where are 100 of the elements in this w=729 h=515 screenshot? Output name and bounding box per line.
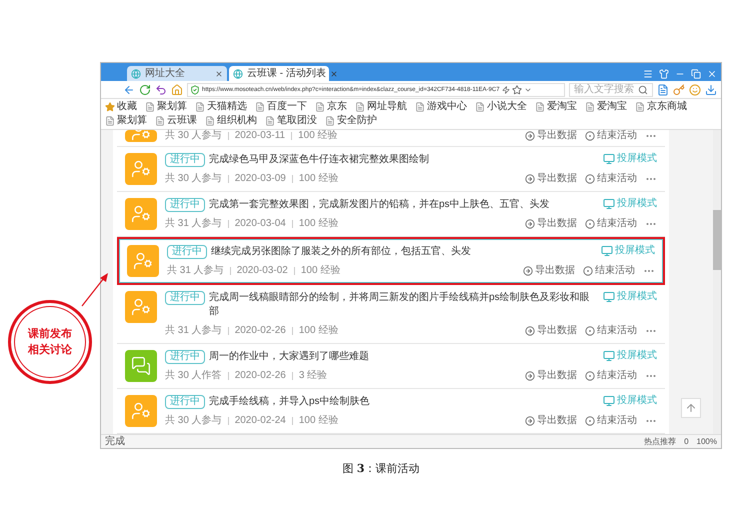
reload-icon[interactable] [139, 84, 151, 96]
close-icon[interactable] [215, 70, 223, 78]
bookmark-item[interactable]: 聚划算 [105, 115, 147, 127]
page-icon [415, 102, 425, 112]
bookmark-item[interactable]: 安全防护 [325, 115, 377, 127]
activity-meta: 100 经验 [298, 218, 338, 230]
activity-row[interactable]: 进行中 周一的作业中，大家遇到了哪些难题 投屏模式 共 30 人作答 2020-02-26 3 经验 导出数据 结束活动 [117, 344, 665, 389]
activity-title[interactable]: 完成绿色马甲及深蓝色牛仔连衣裙完整效果图绘制 [209, 153, 599, 167]
close-icon[interactable] [707, 69, 717, 79]
export-data-button[interactable]: 导出数据 [525, 325, 577, 337]
status-badge: 进行中 [165, 395, 205, 409]
status-badge: 进行中 [165, 350, 205, 364]
export-data-button[interactable]: 导出数据 [525, 415, 577, 427]
arrow-up-icon [685, 402, 697, 414]
scrollbar[interactable] [713, 130, 721, 434]
activity-meta: 100 经验 [298, 325, 338, 337]
activity-row[interactable]: 共 30 人参与 2020-03-11 100 经验 导出数据 结束活动 [117, 130, 665, 147]
export-data-button[interactable]: 导出数据 [525, 130, 577, 142]
activity-title[interactable]: 完成周一线稿眼睛部分的绘制，并将周三新发的图片手绘线稿并ps绘制肤色及彩妆和眼部 [209, 291, 599, 319]
status-item[interactable]: 0 [684, 436, 689, 448]
monitor-icon [603, 153, 615, 165]
activity-title[interactable]: 完成手绘线稿，并导入ps中绘制肤色 [209, 395, 599, 409]
bookmark-item[interactable]: 京东 [315, 101, 347, 113]
page-icon [325, 116, 335, 126]
activity-meta: 共 30 人作答 [165, 370, 222, 382]
end-activity-button[interactable]: 结束活动 [585, 173, 637, 185]
status-item[interactable]: 100% [696, 436, 717, 448]
end-activity-button[interactable]: 结束活动 [583, 265, 635, 277]
bookmark-item[interactable]: 百度一下 [255, 101, 307, 113]
bookmark-item[interactable]: 笔取团没 [265, 115, 317, 127]
export-data-button[interactable]: 导出数据 [523, 265, 575, 277]
monitor-icon [601, 245, 613, 257]
bookmark-item[interactable]: 组织机构 [205, 115, 257, 127]
activity-meta: 3 经验 [298, 370, 328, 382]
bookmark-item[interactable]: 云班课 [155, 115, 197, 127]
bookmark-item[interactable]: 网址导航 [355, 101, 407, 113]
activity-row[interactable]: 进行中 完成周一线稿眼睛部分的绘制，并将周三新发的图片手绘线稿并ps绘制肤色及彩妆和眼部 投屏模式 共 31 人参与 2020-02-26 100 经验 导出数据 结束活动 [117, 285, 665, 344]
status-item[interactable]: 热点推荐 [644, 436, 676, 448]
shirt-icon[interactable] [659, 69, 669, 79]
key-icon[interactable] [673, 84, 685, 96]
end-activity-button[interactable]: 结束活动 [585, 130, 637, 142]
activity-meta: 2020-02-26 [234, 325, 286, 337]
tab-page-icon [131, 68, 141, 78]
tab-title: 云班课 - 活动列表 [247, 68, 326, 80]
page-icon[interactable] [657, 84, 669, 96]
search-icon[interactable] [638, 84, 648, 94]
export-data-button[interactable]: 导出数据 [525, 218, 577, 230]
page-icon [255, 102, 265, 112]
star-icon[interactable] [512, 84, 522, 94]
page-icon [535, 102, 545, 112]
activity-title[interactable]: 继续完成另张图除了服装之外的所有部位，包括五官、头发 [211, 245, 597, 259]
end-activity-button[interactable]: 结束活动 [585, 370, 637, 382]
browser-tab[interactable]: 网址大全 [127, 66, 227, 81]
monitor-icon [603, 198, 615, 210]
activity-title[interactable]: 完成第一套完整效果图，完成新发图片的铅稿，并在ps中上肤色、五官、头发 [209, 198, 599, 212]
page-icon [145, 102, 155, 112]
activity-meta: 2020-03-04 [234, 218, 286, 230]
bookmark-item[interactable]: 游戏中心 [415, 101, 467, 113]
bookmark-item[interactable]: 聚划算 [145, 101, 187, 113]
bookmark-item[interactable]: 收藏 [105, 101, 137, 113]
download-icon[interactable] [705, 84, 717, 96]
activity-meta: 100 经验 [300, 265, 340, 277]
bookmark-item[interactable]: 爱淘宝 [535, 101, 577, 113]
tab-page-icon [233, 68, 243, 78]
export-data-button[interactable]: 导出数据 [525, 173, 577, 185]
page-icon [635, 102, 645, 112]
activity-title[interactable]: 周一的作业中，大家遇到了哪些难题 [209, 350, 599, 364]
bookmark-item[interactable]: 天猫精选 [195, 101, 247, 113]
callout-text: 课前发布 [28, 326, 72, 342]
user-gear-icon [133, 251, 153, 271]
circle-dot-icon [585, 371, 595, 381]
activity-row[interactable]: 进行中 继续完成另张图除了服装之外的所有部位，包括五官、头发 投屏模式 共 31 人参与 2020-03-02 100 经验 导出数据 结束活动 [117, 237, 665, 285]
back-icon[interactable] [123, 84, 135, 96]
close-icon[interactable] [330, 70, 338, 78]
end-activity-button[interactable]: 结束活动 [585, 325, 637, 337]
bookmark-item[interactable]: 京东商城 [635, 101, 687, 113]
page-icon [475, 102, 485, 112]
activity-meta: 共 31 人参与 [167, 265, 224, 277]
activity-meta: 2020-03-11 [234, 130, 286, 142]
activity-meta: 100 经验 [298, 415, 338, 427]
export-data-button[interactable]: 导出数据 [525, 370, 577, 382]
menu-icon[interactable] [643, 69, 653, 79]
smiley-icon[interactable] [689, 84, 701, 96]
activity-meta: 共 30 人参与 [165, 415, 222, 427]
bookmark-item[interactable]: 爱淘宝 [585, 101, 627, 113]
home-icon[interactable] [171, 84, 183, 96]
activity-meta: 2020-02-24 [234, 415, 286, 427]
tab-title: 网址大全 [145, 68, 186, 80]
monitor-icon [603, 291, 615, 303]
end-activity-button[interactable]: 结束活动 [585, 218, 637, 230]
activity-row[interactable]: 进行中 完成绿色马甲及深蓝色牛仔连衣裙完整效果图绘制 投屏模式 共 30 人参与 2020-03-09 100 经验 导出数据 结束活动 [117, 147, 665, 192]
bookmark-item[interactable]: 小说大全 [475, 101, 527, 113]
page-icon [105, 116, 115, 126]
restore-icon[interactable] [691, 69, 701, 79]
back-to-top-button[interactable] [681, 398, 701, 418]
undo-icon[interactable] [155, 84, 167, 96]
chat-bubbles-icon [131, 356, 151, 376]
activity-meta: 100 经验 [298, 130, 338, 142]
circle-dot-icon [585, 219, 595, 229]
end-activity-button[interactable]: 结束活动 [585, 415, 637, 427]
